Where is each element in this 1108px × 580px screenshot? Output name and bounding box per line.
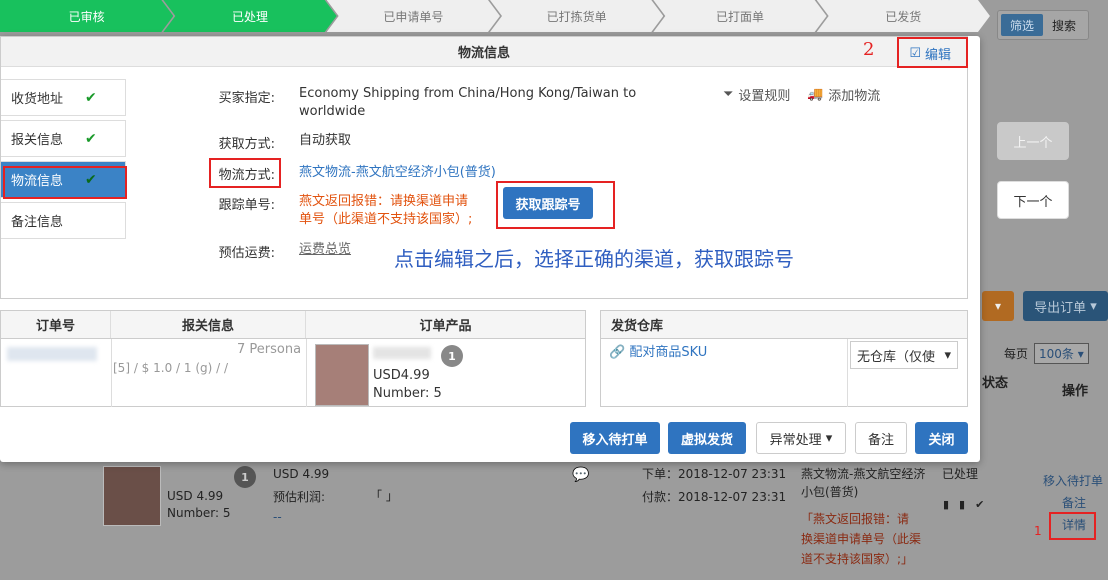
warehouse-header: 发货仓库 [601,311,967,339]
row-error-1: 「燕文返回报错：请 [801,512,910,526]
exception-dropdown-button[interactable]: 异常处理 ▾ [756,422,846,454]
tab-shipping-address[interactable]: 收货地址 ✔ [1,79,126,116]
order-product-price: USD4.99 [373,368,430,383]
customs-header: 报关信息 [111,311,306,338]
order-quantity-badge: 1 [441,345,463,367]
per-page-select[interactable]: 100条 ▾ [1034,343,1089,364]
logistics-method-link[interactable]: 燕文物流-燕文航空经济小包(普货) [299,164,496,182]
instruction-annotation: 点击编辑之后，选择正确的渠道，获取跟踪号 [394,247,794,271]
row-tool-icons[interactable]: ▮▮✔ [943,496,994,514]
row-status: 已处理 [942,467,979,481]
filter-icon: ⏷ [723,87,734,102]
acquire-label: 获取方式: [218,137,275,152]
edit-highlight-box [897,37,968,68]
order-number-header: 订单号 [1,311,111,338]
detail-highlight-box [1049,512,1096,540]
bracket-text: 「 」 [370,489,398,503]
warehouse-select[interactable]: 无仓库（仅使 ▾ [850,341,958,369]
pair-sku-link[interactable]: 🔗 配对商品SKU [609,344,707,362]
logistics-section: 物流信息 2 ☑ 编辑 收货地址 ✔ 报关信息 ✔ 物流信息 ✔ 备注信息 买家指定:… [0,36,968,299]
tab-customs-info[interactable]: 报关信息 ✔ [1,120,126,157]
check-icon: ✔ [85,89,97,106]
step-picking-printed: 已打拣货单 [490,0,663,32]
annotation-1: 1 [1034,524,1042,538]
tracking-error-line2: 单号（此渠道不支持该国家）; [299,212,473,227]
quantity-badge: 1 [234,466,256,488]
step-tracking-applied: 已申请单号 [327,0,500,32]
annotation-2: 2 [863,39,875,60]
product-number: Number: 5 [167,506,231,520]
acquire-value: 自动获取 [299,133,352,148]
prev-button[interactable]: 上一个 [997,122,1069,160]
filter-search-toggle: 筛选 搜索 [997,10,1089,40]
check-icon: ✔ [85,130,97,147]
order-detail-modal: 物流信息 2 ☑ 编辑 收货地址 ✔ 报关信息 ✔ 物流信息 ✔ 备注信息 买家指定:… [0,36,980,462]
order-progress-steps: 已审核 已处理 已申请单号 已打拣货单 已打面单 已发货 [0,0,980,32]
customs-detail: [5] / $ 1.0 / 1 (g) / / [113,361,229,375]
order-table-header: 订单号 报关信息 订单产品 [1,311,585,339]
chevron-down-icon: ▾ [944,347,951,363]
step-shipped: 已发货 [817,0,990,32]
next-button[interactable]: 下一个 [997,181,1069,219]
order-product-number: Number: 5 [373,386,442,401]
customs-name: 7 Persona [237,342,302,357]
row-error-3: 道不支持该国家）;」 [801,552,914,566]
fee-overview-link[interactable]: 运费总览 [299,241,351,259]
truck-icon: 🚚 [807,87,824,102]
per-page-control: 每页 100条 ▾ [1004,343,1089,364]
batch-dropdown-button[interactable]: ▾ [982,291,1014,321]
export-orders-button[interactable]: 导出订单 ▾ [1023,291,1108,321]
close-button[interactable]: 关闭 [915,422,968,454]
method-highlight-box [209,158,281,188]
row-logistics: 燕文物流-燕文航空经济小包(普货) [801,467,926,499]
order-table: 订单号 报关信息 订单产品 7 Persona [5] / $ 1.0 / 1 … [0,310,586,407]
order-amount: USD 4.99 [273,467,330,481]
buyer-value-line1: Economy Shipping from China/Hong Kong/Ta… [299,86,637,101]
row-error-2: 换渠道申请单号（此渠 [801,532,922,546]
product-price: USD 4.99 [167,489,224,503]
action-column-header: 操作 [1062,384,1089,399]
add-logistics-action[interactable]: 🚚 添加物流 [807,85,880,104]
filter-button[interactable]: 筛选 [1001,14,1043,36]
tracking-label: 跟踪单号: [218,198,275,213]
message-icon[interactable]: 💬 [572,466,589,484]
link-icon: 🔗 [609,345,626,360]
set-rule-action[interactable]: ⏷ 设置规则 [723,85,790,104]
step-label-printed: 已打面单 [653,0,826,32]
section-title: 物流信息 [1,37,967,67]
product-thumbnail [103,466,161,526]
move-to-print-button[interactable]: 移入待打单 [570,422,660,454]
pay-time: 付款：2018-12-07 23:31 [642,490,787,504]
profit-label: 预估利润: [273,490,326,504]
product-name-redacted [373,347,431,359]
tracking-error-line1: 燕文返回报错：请换渠道申请 [299,194,469,209]
step-processed: 已处理 [163,0,336,32]
search-button[interactable]: 搜索 [1043,14,1085,36]
virtual-ship-button[interactable]: 虚拟发货 [668,422,746,454]
order-product-thumbnail [315,344,369,406]
status-column-header: 状态 [982,376,1009,391]
move-to-print-link[interactable]: 移入待打单 [1043,472,1103,490]
step-reviewed: 已审核 [0,0,173,32]
order-time: 下单：2018-12-07 23:31 [642,467,787,481]
fee-label: 预估运费: [218,246,275,261]
buyer-value-line2: worldwide [299,104,366,119]
get-tracking-button[interactable]: 获取跟踪号 [503,187,593,219]
tab-highlight-box [3,166,127,199]
buyer-label: 买家指定: [218,91,275,106]
tab-notes[interactable]: 备注信息 [1,202,126,239]
order-number-redacted [7,347,97,361]
note-link[interactable]: 备注 [1062,494,1086,512]
products-header: 订单产品 [419,319,472,334]
per-page-label: 每页 [1004,347,1029,361]
profit-value: -- [273,510,282,524]
note-button[interactable]: 备注 [855,422,907,454]
